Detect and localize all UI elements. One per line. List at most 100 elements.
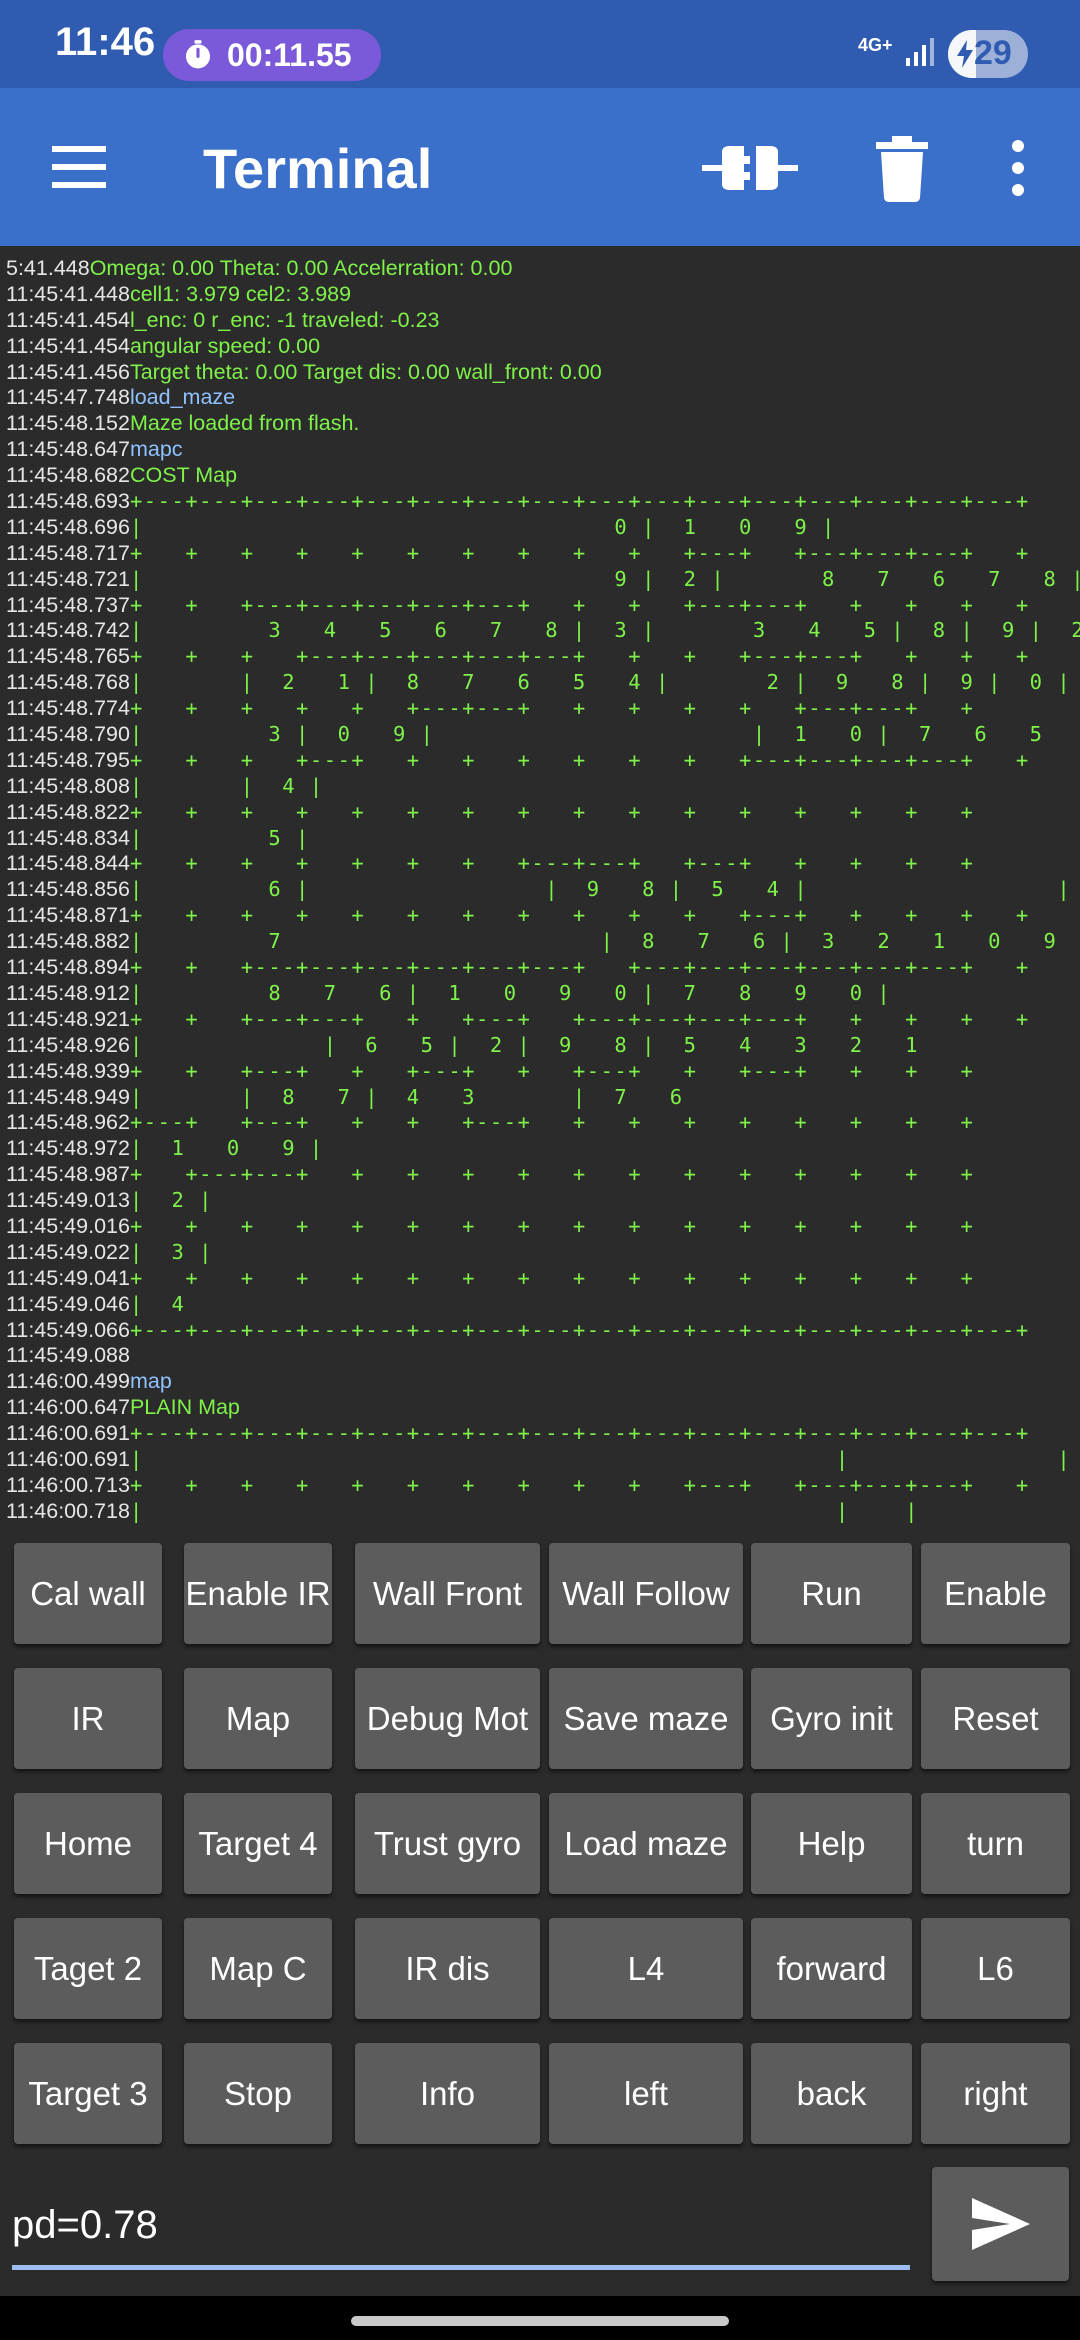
terminal-received-text: | | 4 | | 5 | bbox=[129, 773, 1080, 798]
more-vert-icon[interactable] bbox=[1000, 130, 1036, 206]
macro-button-load-maze[interactable]: Load maze bbox=[549, 1793, 743, 1894]
terminal-line: 11:45:48.926 | | 6 5 | 2 | 9 8 | 5 4 3 2 … bbox=[0, 1033, 1080, 1059]
command-input[interactable] bbox=[12, 2185, 910, 2270]
terminal-received-text: | 8 7 6 | 1 0 9 0 | 7 8 9 0 | | bbox=[129, 980, 1080, 1005]
terminal-line: 11:45:48.765 + + + +---+---+---+---+---+ … bbox=[0, 644, 1080, 670]
terminal-received-text: +---+---+---+---+---+---+---+---+---+---… bbox=[129, 489, 1030, 514]
terminal-line: 11:45:49.013| 2 | | bbox=[0, 1188, 1080, 1214]
macro-button-info[interactable]: Info bbox=[355, 2043, 540, 2144]
terminal-line: 11:46:00.718| | | | | bbox=[0, 1499, 1080, 1525]
terminal-timestamp: 11:45:48.721 bbox=[6, 566, 130, 591]
terminal-received-text: PLAIN Map bbox=[129, 1395, 240, 1420]
terminal-line: 11:45:49.041 + + + + + + + + + + + + + + … bbox=[0, 1266, 1080, 1292]
terminal-timestamp: 11:45:48.871 bbox=[6, 903, 130, 928]
terminal-timestamp: 11:45:48.737 bbox=[6, 592, 130, 617]
macro-button-wall-follow[interactable]: Wall Follow bbox=[549, 1543, 743, 1644]
terminal-received-text: + + + +---+---+---+---+---+ + + +---+---… bbox=[129, 644, 1030, 669]
terminal-line: 11:45:41.454 angular speed: 0.00 bbox=[0, 334, 1080, 360]
terminal-line: 11:45:48.882 | 7 | 8 7 6 | 3 2 1 0 9 8 | bbox=[0, 929, 1080, 955]
terminal-line: 11:45:48.822 + + + + + + + + + + + + + + … bbox=[0, 800, 1080, 826]
terminal-received-text: + + + + + + + +---+---+ +---+ + + + + bbox=[129, 851, 975, 876]
terminal-timestamp: 11:45:41.454 bbox=[6, 333, 130, 358]
terminal-received-text: | | | | | bbox=[129, 1498, 919, 1523]
terminal-timestamp: 11:46:00.713 bbox=[6, 1472, 130, 1497]
terminal-line: 11:45:48.844 + + + + + + + +---+---+ +---… bbox=[0, 851, 1080, 877]
send-button[interactable] bbox=[932, 2167, 1069, 2281]
macro-button-map[interactable]: Map bbox=[184, 1668, 332, 1769]
home-gesture-pill[interactable] bbox=[351, 2316, 729, 2326]
macro-button-home[interactable]: Home bbox=[14, 1793, 162, 1894]
terminal-received-text: | 6 | | 9 8 | 5 4 | | 7 | bbox=[129, 877, 1080, 902]
terminal-received-text: + + + + + + + + + + +---+ +---+---+---+ … bbox=[129, 1472, 1030, 1497]
terminal-sent-text: map bbox=[129, 1369, 172, 1394]
macro-button-ir-dis[interactable]: IR dis bbox=[355, 1918, 540, 2019]
macro-button-ir[interactable]: IR bbox=[14, 1668, 162, 1769]
terminal-received-text: cell1: 3.979 cel2: 3.989 bbox=[129, 281, 352, 306]
macro-button-left[interactable]: left bbox=[549, 2043, 743, 2144]
network-type: 4G+ bbox=[858, 35, 893, 55]
macro-button-grid: Cal wall Enable IR Wall Front Wall Follow Ru… bbox=[14, 1543, 1070, 2168]
macro-button-right[interactable]: right bbox=[921, 2043, 1070, 2144]
terminal-timestamp: 5:41.448 bbox=[6, 256, 90, 280]
terminal-timestamp: 11:45:48.152 bbox=[6, 411, 130, 436]
terminal-line: 11:46:00.691 +---+---+---+---+---+---+---… bbox=[0, 1421, 1080, 1447]
macro-button-save-maze[interactable]: Save maze bbox=[549, 1668, 743, 1769]
terminal-received-text: + + + + + + + + + + + + + + + + bbox=[129, 799, 975, 824]
app-title: Terminal bbox=[203, 137, 433, 200]
terminal-received-text: | | 2 1 | 8 7 6 5 4 | 2 | 9 8 | 9 | 0 | … bbox=[129, 670, 1080, 695]
macro-button-trust-gyro[interactable]: Trust gyro bbox=[355, 1793, 540, 1894]
macro-button-debug-mot[interactable]: Debug Mot bbox=[355, 1668, 540, 1769]
macro-button-forward[interactable]: forward bbox=[751, 1918, 912, 2019]
terminal-output[interactable]: 5:41.448 Omega: 0.00 Theta: 0.00 Accelerr… bbox=[0, 256, 1080, 1526]
terminal-line: 11:45:48.717 + + + + + + + + + + +---+ +-… bbox=[0, 541, 1080, 567]
macro-button-turn[interactable]: turn bbox=[921, 1793, 1070, 1894]
button-row: Cal wall Enable IR Wall Front Wall Follow Ru… bbox=[14, 1543, 1070, 1668]
terminal-timestamp: 11:45:48.742 bbox=[6, 618, 130, 643]
terminal-timestamp: 11:45:49.022 bbox=[6, 1239, 130, 1264]
chronometer-chip[interactable]: 00:11.55 bbox=[163, 29, 381, 81]
terminal-received-text: + + + + + + + + + + + + + + + + bbox=[129, 1265, 975, 1290]
macro-button-cal-wall[interactable]: Cal wall bbox=[14, 1543, 162, 1644]
macro-button-taget-2[interactable]: Taget 2 bbox=[14, 1918, 162, 2019]
macro-button-help[interactable]: Help bbox=[751, 1793, 912, 1894]
terminal-line: 11:45:48.972| 1 0 9 | | bbox=[0, 1136, 1080, 1162]
macro-button-target-4[interactable]: Target 4 bbox=[184, 1793, 332, 1894]
macro-button-l4[interactable]: L4 bbox=[549, 1918, 743, 2019]
terminal-line: 11:45:49.066 +---+---+---+---+---+---+---… bbox=[0, 1318, 1080, 1344]
macro-button-enable[interactable]: Enable bbox=[921, 1543, 1070, 1644]
macro-button-l6[interactable]: L6 bbox=[921, 1918, 1070, 2019]
terminal-received-text: + + +---+---+ + +---+ +---+---+---+---+ … bbox=[129, 1006, 1030, 1031]
terminal-line: 11:45:48.795 + + + +---+ + + + + + + +---… bbox=[0, 748, 1080, 774]
terminal-line: 11:45:48.871 + + + + + + + + + + + +---+ … bbox=[0, 903, 1080, 929]
terminal-line: 11:45:48.856 | 6 | | 9 8 | 5 4 | | 7 | bbox=[0, 877, 1080, 903]
macro-button-enable-ir[interactable]: Enable IR bbox=[184, 1543, 332, 1644]
delete-icon[interactable] bbox=[872, 130, 932, 206]
terminal-received-text: | 2 | | bbox=[129, 1188, 214, 1213]
terminal-received-text: | | 8 7 | 4 3 | 7 6 | bbox=[129, 1084, 1080, 1109]
terminal-line: 11:45:48.737 + + +---+---+---+---+---+ + … bbox=[0, 593, 1080, 619]
terminal-sent-text: load_maze bbox=[129, 385, 236, 410]
terminal-line: 11:45:48.894 + + +---+---+---+---+---+---… bbox=[0, 955, 1080, 981]
macro-button-map-c[interactable]: Map C bbox=[184, 1918, 332, 2019]
macro-button-wall-front[interactable]: Wall Front bbox=[355, 1543, 540, 1644]
menu-icon[interactable] bbox=[44, 136, 114, 198]
battery-saver-icon bbox=[957, 40, 973, 68]
macro-button-gyro-init[interactable]: Gyro init bbox=[751, 1668, 912, 1769]
terminal-received-text: +---+---+---+---+---+---+---+---+---+---… bbox=[129, 1317, 1030, 1342]
macro-button-target-3[interactable]: Target 3 bbox=[14, 2043, 162, 2144]
terminal-received-text: + + + + + + + + + + + +---+ + + + + bbox=[129, 903, 1030, 928]
macro-button-reset[interactable]: Reset bbox=[921, 1668, 1070, 1769]
terminal-line: 11:45:48.939 + + +---+ + +---+ + +---+ + … bbox=[0, 1059, 1080, 1085]
terminal-timestamp: 11:45:48.647 bbox=[6, 437, 130, 462]
terminal-timestamp: 11:46:00.691 bbox=[6, 1421, 130, 1446]
terminal-timestamp: 11:45:48.912 bbox=[6, 980, 130, 1005]
terminal-timestamp: 11:45:48.717 bbox=[6, 540, 130, 565]
macro-button-back[interactable]: back bbox=[751, 2043, 912, 2144]
terminal-timestamp: 11:45:48.939 bbox=[6, 1058, 130, 1083]
terminal-received-text: + + +---+---+---+---+---+ + + +---+---+ … bbox=[129, 592, 1030, 617]
macro-button-run[interactable]: Run bbox=[751, 1543, 912, 1644]
terminal-received-text: angular speed: 0.00 bbox=[129, 333, 321, 358]
command-input-wrap bbox=[12, 2185, 912, 2277]
connect-icon[interactable] bbox=[700, 130, 800, 206]
macro-button-stop[interactable]: Stop bbox=[184, 2043, 332, 2144]
